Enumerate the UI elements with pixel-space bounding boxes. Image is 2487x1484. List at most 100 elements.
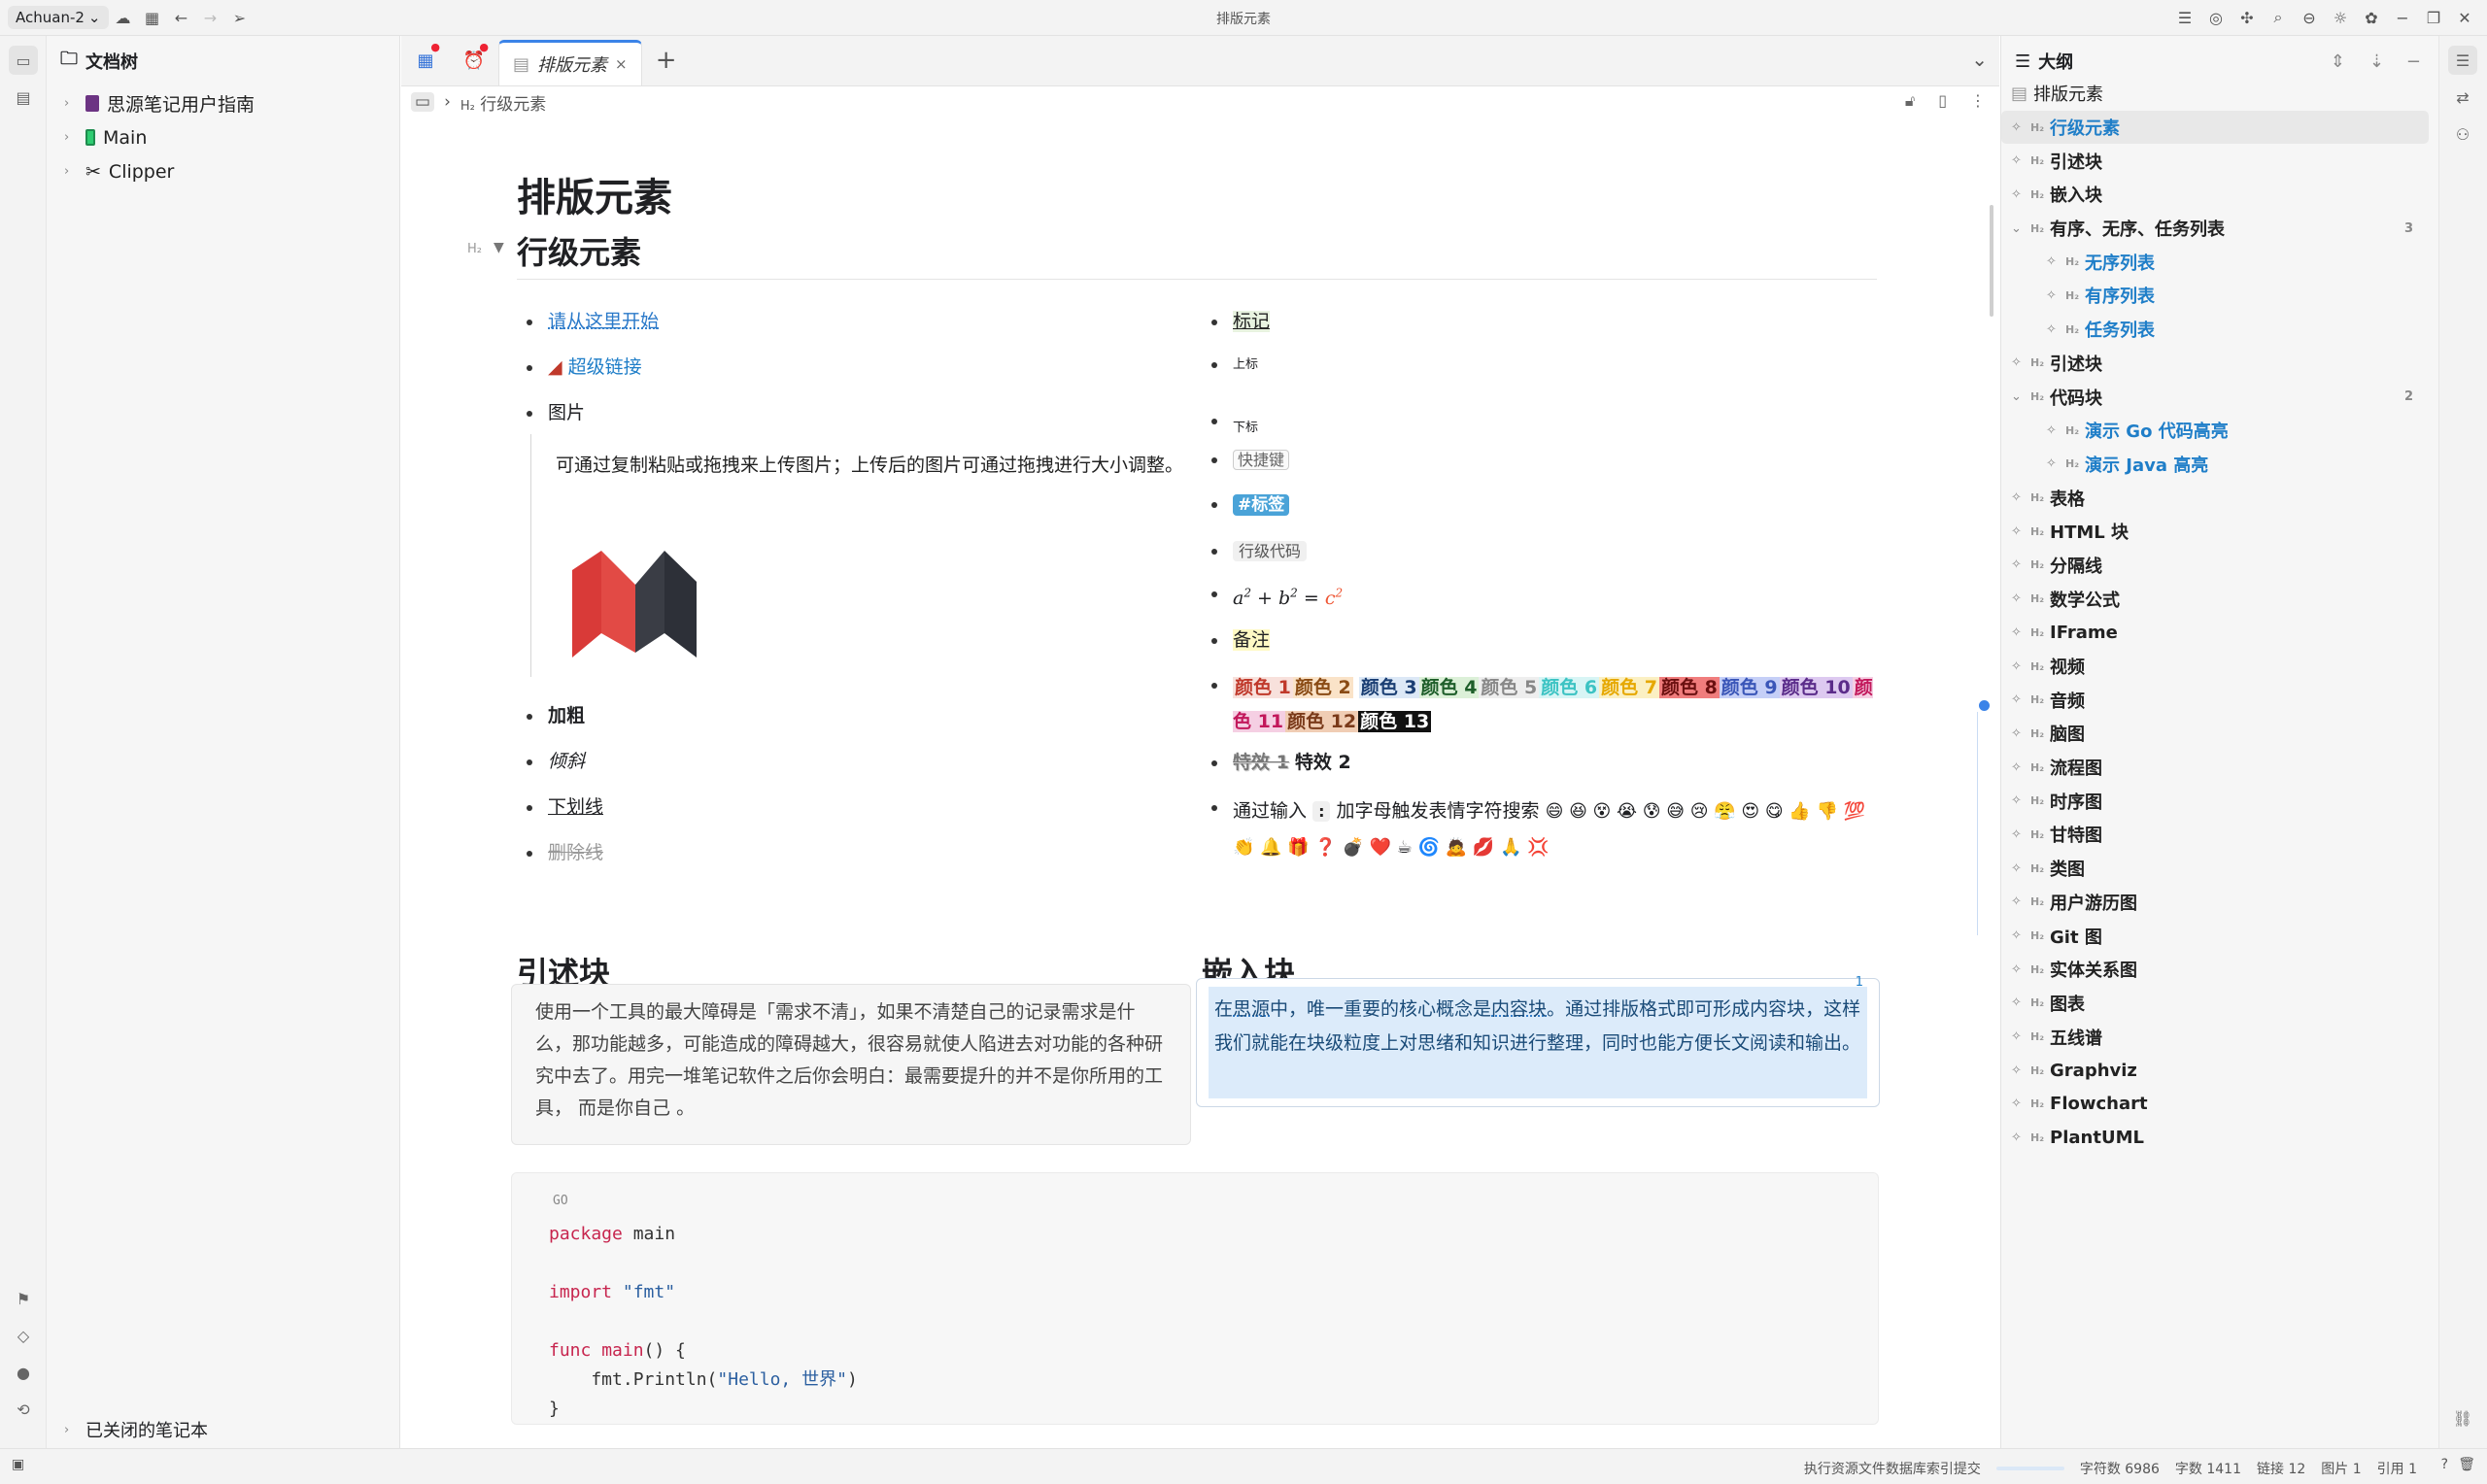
embed-link-siyuan[interactable]: 思源	[1233, 998, 1270, 1020]
outline-bullet-icon[interactable]: ✧	[2011, 355, 2025, 370]
outline-bullet-icon[interactable]: ✧	[2011, 861, 2025, 876]
inbox-dock-icon[interactable]: ▤	[9, 83, 38, 112]
underline-text[interactable]: 下划线	[548, 796, 603, 818]
outline-item[interactable]: ✧ H₂ 分隔线	[2001, 549, 2438, 583]
outline-item[interactable]: ✧ H₂ Graphviz	[2001, 1054, 2438, 1088]
outline-bullet-icon[interactable]: ✧	[2011, 1096, 2025, 1111]
color-7[interactable]: 颜色 7	[1599, 677, 1659, 698]
outline-bullet-icon[interactable]: ✧	[2011, 995, 2025, 1010]
collapse-icon[interactable]: ⇣	[2369, 51, 2384, 72]
outline-bullet-icon[interactable]: ✧	[2011, 120, 2025, 135]
outline-item[interactable]: ✧ H₂ IFrame	[2001, 616, 2438, 650]
expand-icon[interactable]: ⇕	[2331, 51, 2345, 72]
heading-inline-elements[interactable]: 行级元素	[517, 228, 641, 273]
tag-dock-icon[interactable]: ◇	[9, 1321, 38, 1350]
outline-item[interactable]: ✧ H₂ 任务列表	[2001, 313, 2438, 347]
outline-bullet-icon[interactable]: ✧	[2011, 659, 2025, 674]
zoom-icon[interactable]: ⊖	[2295, 3, 2324, 32]
color-4[interactable]: 颜色 4	[1418, 677, 1480, 698]
fold-triangle-icon[interactable]: ▼	[494, 240, 504, 255]
list-icon[interactable]: ☰	[2170, 3, 2199, 32]
sub-text[interactable]: 下标	[1233, 421, 1258, 435]
outline-item[interactable]: ✧ H₂ Git 图	[2001, 919, 2438, 953]
breadcrumb-item[interactable]: H₂ 行级元素	[460, 90, 546, 115]
unlock-icon[interactable]: 🔓︎	[1905, 91, 1915, 111]
scroll-position-dot[interactable]	[1979, 700, 1990, 711]
outline-bullet-icon[interactable]: ✧	[2011, 928, 2025, 943]
outline-item[interactable]: ✧ H₂ 流程图	[2001, 751, 2438, 785]
color-10[interactable]: 颜色 10	[1779, 677, 1853, 698]
outline-item[interactable]: ✧ H₂ 数学公式	[2001, 582, 2438, 616]
notebook-item[interactable]: › Main	[47, 120, 399, 154]
math-formula[interactable]: a2 + b2 = c2	[1233, 587, 1343, 609]
chevron-right-icon[interactable]: ›	[64, 164, 78, 179]
outline-item[interactable]: ✧ H₂ 甘特图	[2001, 818, 2438, 852]
bookmark-dock-icon[interactable]: ⚑	[9, 1284, 38, 1313]
italic-text[interactable]: 倾斜	[548, 751, 585, 772]
start-here-link[interactable]: 请从这里开始	[548, 311, 659, 332]
outline-bullet-icon[interactable]: ✧	[2011, 625, 2025, 640]
mark-text[interactable]: 标记	[1233, 311, 1271, 332]
minimize-icon[interactable]: −	[2406, 51, 2421, 72]
logo-image[interactable]	[572, 551, 698, 658]
outline-item[interactable]: ✧ H₂ PlantUML	[2001, 1121, 2438, 1155]
color-5[interactable]: 颜色 5	[1479, 677, 1540, 698]
outline-item[interactable]: ✧ H₂ 五线谱	[2001, 1020, 2438, 1054]
color-1[interactable]: 颜色 1	[1233, 677, 1293, 698]
outline-item[interactable]: ✧ H₂ 视频	[2001, 650, 2438, 684]
outline-item[interactable]: ✧ H₂ 实体关系图	[2001, 953, 2438, 987]
note-text[interactable]: 备注	[1233, 629, 1271, 651]
outline-item[interactable]: ✧ H₂ HTML 块	[2001, 515, 2438, 549]
color-6[interactable]: 颜色 6	[1539, 677, 1600, 698]
close-icon[interactable]: ×	[615, 55, 628, 73]
chevron-down-icon[interactable]: ⌄	[1971, 48, 1988, 71]
scrollbar[interactable]	[1990, 205, 1993, 317]
send-icon[interactable]: ➢	[225, 3, 255, 32]
outline-bullet-icon[interactable]: ✧	[2011, 153, 2025, 168]
file-icon[interactable]: ▯	[1938, 91, 1947, 111]
outline-item[interactable]: ⌄ H₂ 代码块 2	[2001, 380, 2438, 414]
add-tab-button[interactable]: +	[642, 35, 691, 85]
outline-dock-icon[interactable]: ☰	[2448, 46, 2477, 75]
outline-item[interactable]: ✧ H₂ 演示 Java 高亮	[2001, 448, 2438, 482]
chevron-right-icon[interactable]: ›	[64, 96, 78, 111]
outline-bullet-icon[interactable]: ✧	[2046, 254, 2060, 269]
notebook-item[interactable]: › 思源笔记用户指南	[47, 86, 399, 120]
outline-item[interactable]: ✧ H₂ 引述块	[2001, 347, 2438, 381]
outline-bullet-icon[interactable]: ✧	[2011, 557, 2025, 572]
tab-calendar[interactable]: ▦ ●	[401, 35, 450, 85]
outline-item[interactable]: ✧ H₂ Flowchart	[2001, 1088, 2438, 1122]
outline-item[interactable]: ✧ H₂ 嵌入块	[2001, 178, 2438, 212]
outline-bullet-icon[interactable]: ✧	[2011, 962, 2025, 977]
outline-bullet-icon[interactable]: ✧	[2046, 456, 2060, 471]
filetree-dock-icon[interactable]: ▭	[9, 46, 38, 75]
color-8[interactable]: 颜色 8	[1658, 677, 1720, 698]
chevron-right-icon[interactable]: ›	[64, 130, 78, 145]
outline-bullet-icon[interactable]: ✧	[2011, 1029, 2025, 1044]
graph-dock-icon[interactable]: ⚇	[2448, 119, 2477, 149]
outline-item[interactable]: ✧ H₂ 图表	[2001, 987, 2438, 1021]
tab-active-document[interactable]: ▤ 排版元素 ×	[498, 40, 642, 85]
outline-item[interactable]: ✧ H₂ 演示 Go 代码高亮	[2001, 414, 2438, 448]
search-icon[interactable]: ⌕	[2264, 3, 2293, 32]
help-icon[interactable]: ?	[2441, 1457, 2448, 1472]
code-block[interactable]: GO package main import "fmt" func main()…	[511, 1172, 1879, 1425]
outline-bullet-icon[interactable]: ✧	[2011, 187, 2025, 202]
restore-icon[interactable]: ❐	[2419, 3, 2448, 32]
effect-1[interactable]: 特效 1	[1233, 752, 1289, 773]
outline-bullet-icon[interactable]: ✧	[2011, 1130, 2025, 1145]
outline-item[interactable]: ✧ H₂ 行级元素	[2001, 110, 2429, 145]
outline-bullet-icon[interactable]: ✧	[2011, 490, 2025, 505]
outline-item[interactable]: ⌄ H₂ 有序、无序、任务列表 3	[2001, 212, 2438, 246]
plugin-icon[interactable]: ✣	[2232, 3, 2262, 32]
outline-bullet-icon[interactable]: ✧	[2011, 692, 2025, 707]
closed-notebooks[interactable]: › 已关闭的笔记本	[64, 1417, 208, 1442]
embed-link-block[interactable]: 内容块	[1491, 998, 1547, 1020]
outline-item[interactable]: ✧ H₂ 无序列表	[2001, 245, 2438, 279]
outline-item[interactable]: ✧ H₂ 表格	[2001, 481, 2438, 515]
graph-dock-icon[interactable]: ●	[9, 1358, 38, 1387]
sup-text[interactable]: 上标	[1233, 357, 1258, 372]
outline-bullet-icon[interactable]: ✧	[2011, 827, 2025, 842]
inline-code[interactable]: 行级代码	[1233, 541, 1308, 561]
minimize-icon[interactable]: −	[2388, 3, 2417, 32]
